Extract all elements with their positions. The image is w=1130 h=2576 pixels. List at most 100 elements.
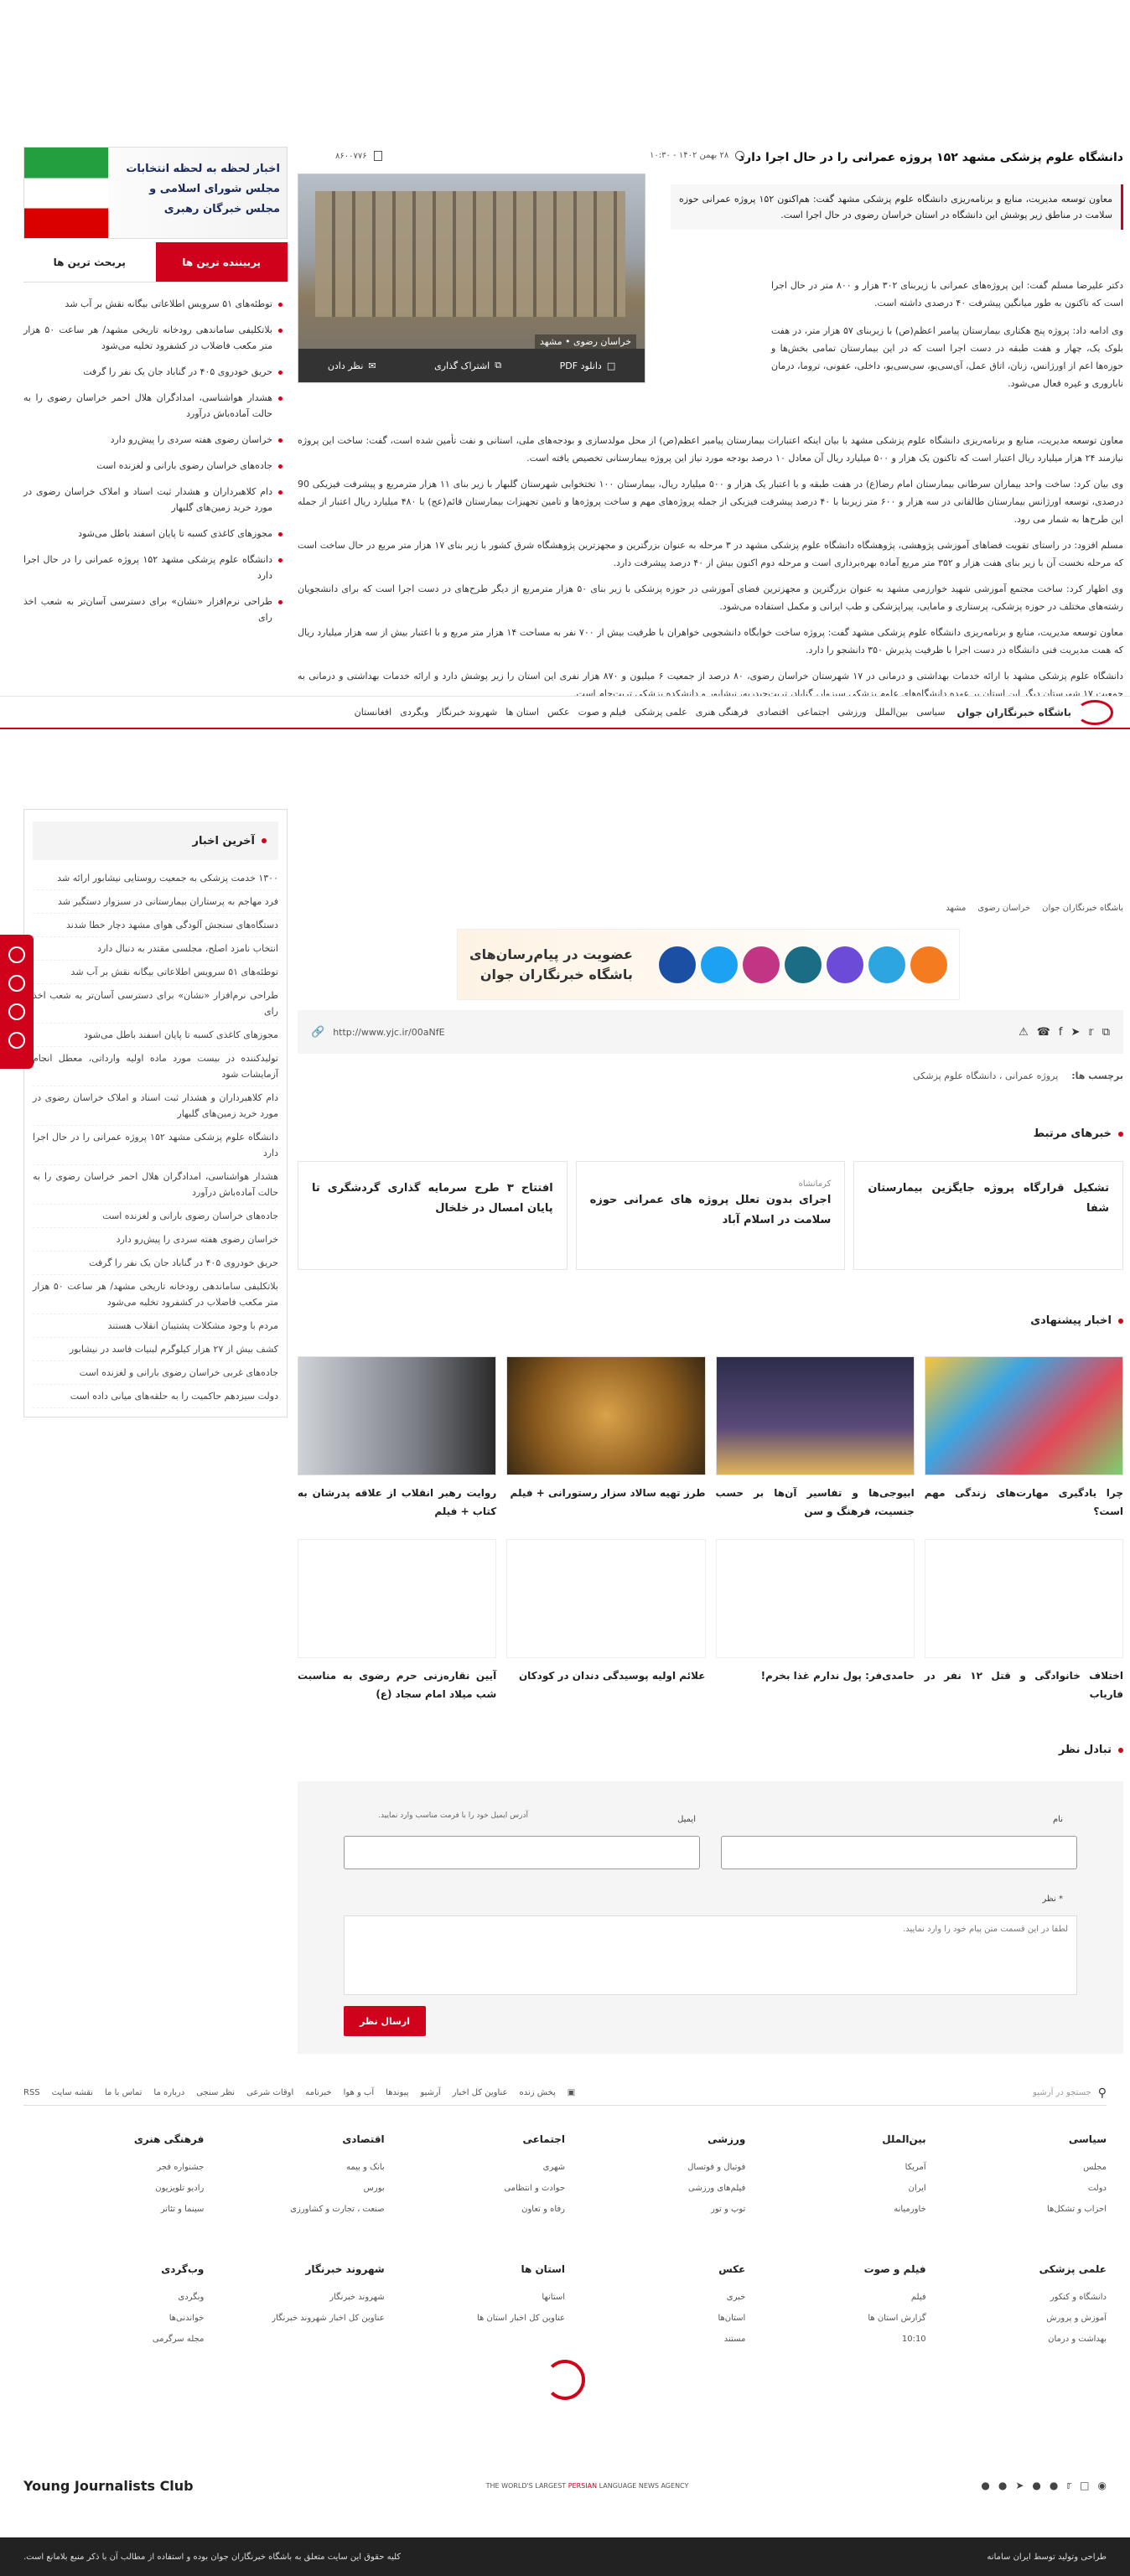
footer-col-link[interactable]: توپ و تور [565, 2199, 745, 2220]
footer-col-link[interactable]: خبری [565, 2287, 746, 2308]
nav-logo[interactable]: باشگاه خبرنگاران جوان [956, 699, 1113, 725]
footer-link[interactable]: نقشه سایت [52, 2088, 93, 2097]
whatsapp-icon[interactable]: ☎ [1037, 1026, 1050, 1039]
twitter-icon[interactable]: 𝕣 [1066, 2480, 1071, 2491]
footer-link[interactable]: تماس با ما [105, 2088, 142, 2097]
list-item[interactable]: طراحی نرم‌افزار «نشان» برای دسترسی آسان‌… [33, 984, 278, 1024]
footer-col-link[interactable]: فیلم‌های ورزشی [565, 2178, 745, 2199]
list-item[interactable]: خراسان رضوی هفته سردی را پیش‌رو دارد [33, 1228, 278, 1252]
footer-col-link[interactable]: عناوین کل اخبار شهروند خبرنگار [204, 2308, 384, 2329]
footer-link[interactable]: پیوندها [386, 2088, 408, 2097]
suggested-card[interactable]: حامدی‌فر: پول ندارم غذا بخرم! [715, 1539, 915, 1703]
edit-icon[interactable] [8, 946, 25, 963]
footer-col-link[interactable]: آموزش و پرورش [926, 2308, 1107, 2329]
list-item[interactable]: هشدار هواشناسی، امدادگران هلال احمر خراس… [33, 1165, 278, 1205]
footer-col-link[interactable]: گزارش استان ها [745, 2308, 925, 2329]
nav-item[interactable]: شهروند خبرنگار [437, 707, 497, 718]
nav-item[interactable]: علمی پزشکی [635, 707, 687, 718]
list-item[interactable]: حریق خودروی ۴۰۵ در گناباد جان یک نفر را … [33, 1252, 278, 1275]
footer-link[interactable]: RSS [23, 2088, 40, 2097]
footer-link[interactable]: خبرنامه [305, 2088, 331, 2097]
list-item[interactable]: دام کلاهبرداران و هشدار ثبت اسناد و املا… [33, 1086, 278, 1126]
footer-col-link[interactable]: خواندنی‌ها [23, 2308, 205, 2329]
nav-item[interactable]: بین‌الملل [875, 707, 909, 718]
footer-col-title[interactable]: ورزشی [565, 2133, 745, 2145]
footer-link[interactable]: درباره ما [153, 2088, 184, 2097]
name-input[interactable] [721, 1836, 1077, 1869]
footer-col-title[interactable]: عکس [565, 2263, 745, 2275]
footer-col-link[interactable]: بورس [204, 2178, 385, 2199]
list-item[interactable]: دستگاه‌های سنجش آلودگی هوای مشهد دچار خط… [33, 914, 278, 937]
suggested-card[interactable]: ابیوجی‌ها و تفاسیر آن‌ها بر حسب جنسیت، ف… [715, 1356, 915, 1521]
related-card[interactable]: افتتاح ۳ طرح سرمایه گذاری گردشگری تا پای… [297, 1161, 568, 1270]
footer-col-link[interactable]: رادیو تلویزیون [23, 2178, 204, 2199]
footer-col-link[interactable]: مجله سرگرمی [23, 2329, 205, 2350]
share-icon[interactable]: ⧉ [1102, 1026, 1110, 1039]
twitter-icon[interactable]: 𝕣 [1088, 1026, 1093, 1039]
nav-item[interactable]: وبگردی [400, 707, 428, 718]
footer-link[interactable]: پخش زنده [519, 2088, 555, 2097]
list-item[interactable]: توطئه‌های ۵۱ سرویس اطلاعاتی بیگانه نقش ب… [33, 961, 278, 984]
designer-credit[interactable]: طراحی وتولید توسط ایران سامانه [987, 2553, 1107, 2562]
footer-col-link[interactable]: صنعت ، تجارت و کشاورزی [204, 2199, 385, 2220]
footer-col-title[interactable]: علمی پزشکی [926, 2263, 1107, 2275]
nav-item[interactable]: افغانستان [355, 707, 392, 718]
suggested-card[interactable]: چرا یادگیری مهارت‌های زندگی مهم است؟ [924, 1356, 1123, 1521]
nav-item[interactable]: اقتصادی [757, 707, 789, 718]
suggested-card[interactable]: اختلاف خانوادگی و قتل ۱۲ نفر در فاریاب [924, 1539, 1123, 1703]
nav-item[interactable]: اجتماعی [797, 707, 830, 718]
apple-icon[interactable]: ● [998, 2480, 1007, 2491]
submit-comment-button[interactable]: ارسال نظر [344, 2006, 426, 2036]
list-item[interactable]: دولت سیزدهم حاکمیت را به حلقه‌های میانی … [33, 1385, 278, 1408]
rss-icon[interactable]: ◉ [1098, 2480, 1107, 2491]
footer-col-title[interactable]: فیلم و صوت [745, 2263, 926, 2275]
list-item[interactable]: بلاتکلیفی ساماندهی رودخانه تاریخی مشهد/ … [33, 1275, 278, 1314]
list-item[interactable]: مجوزهای کاغذی کسبه تا پایان اسفند باطل م… [33, 1024, 278, 1047]
footer-link[interactable]: نظر سنجی [196, 2088, 235, 2097]
list-item[interactable]: مجوزهای کاغذی کسبه تا پایان اسفند باطل م… [23, 521, 282, 547]
email-input[interactable] [344, 1836, 700, 1869]
list-item[interactable]: جاده‌های خراسان رضوی بارانی و لغزنده است [23, 453, 282, 479]
footer-col-link[interactable]: سینما و تئاتر [23, 2199, 205, 2220]
tab-most-viewed[interactable]: پربیننده ترین ها [155, 242, 288, 282]
suggested-card[interactable]: آیین نقاره‌زنی حرم رضوی به مناسبت شب میل… [298, 1539, 497, 1703]
footer-link[interactable]: آرشیو [421, 2088, 441, 2097]
footer-link[interactable]: آب و هوا [344, 2088, 375, 2097]
list-item[interactable]: طراحی نرم‌افزار «نشان» برای دسترسی آسان‌… [23, 588, 282, 630]
footer-col-title[interactable]: اقتصادی [204, 2133, 384, 2145]
messenger-ad[interactable]: عضویت در پیام‌رسان‌های باشگاه خبرنگاران … [457, 929, 960, 1000]
footer-col-link[interactable]: جشنواره فجر [23, 2157, 204, 2178]
search-input[interactable]: جستجو در آرشیو [1033, 2088, 1091, 2097]
list-item[interactable]: حریق خودروی ۴۰۵ در گناباد جان یک نفر را … [23, 359, 282, 385]
print-icon[interactable] [8, 1032, 25, 1049]
footer-col-link[interactable]: استانها [385, 2287, 565, 2308]
car-icon[interactable] [8, 1003, 25, 1020]
footer-col-title[interactable]: شهروند خبرنگار [204, 2263, 385, 2275]
suggested-card[interactable]: علائم اولیه پوسیدگی دندان در کودکان [506, 1539, 706, 1703]
footer-col-link[interactable]: استان‌ها [565, 2308, 745, 2329]
telegram-icon[interactable]: ➤ [1071, 1026, 1081, 1039]
footer-col-link[interactable]: خاورمیانه [745, 2199, 925, 2220]
footer-col-title[interactable]: استان ها [385, 2263, 565, 2275]
related-card[interactable]: کرمانشاه اجرای بدون تعلل پروژه های عمرانی… [575, 1161, 846, 1270]
footer-col-link[interactable]: فوتبال و فوتسال [565, 2157, 745, 2178]
footer-col-link[interactable]: آمریکا [745, 2157, 926, 2178]
footer-col-link[interactable]: رفاه و تعاون [385, 2199, 565, 2220]
source-tag[interactable]: باشگاه خبرنگاران جوان [1042, 904, 1123, 913]
nav-item[interactable]: سیاسی [916, 707, 945, 718]
related-card[interactable]: تشکیل قرارگاه پروژه جایگزین بیمارستان شف… [853, 1161, 1123, 1270]
footer-col-link[interactable]: فیلم [745, 2287, 926, 2308]
list-item[interactable]: هشدار هواشناسی، امدادگران هلال احمر خراس… [23, 385, 282, 427]
comment-button[interactable]: ✉ نظر دادن [328, 360, 376, 371]
nav-item[interactable]: ورزشی [837, 707, 866, 718]
list-item[interactable]: انتخاب نامزد اصلح، مجلسی مقتدر به دنبال … [33, 937, 278, 961]
list-item[interactable]: تولیدکننده در بیست مورد ماده اولیه واردا… [33, 1047, 278, 1086]
list-item[interactable]: مردم با وجود مشکلات پشتیبان انقلاب هستند [33, 1314, 278, 1338]
list-item[interactable]: توطئه‌های ۵۱ سرویس اطلاعاتی بیگانه نقش ب… [23, 291, 282, 317]
footer-link[interactable]: عناوین کل اخبار [453, 2088, 508, 2097]
list-item[interactable]: جاده‌های غربی خراسان رضوی بارانی و لغزند… [33, 1361, 278, 1385]
facebook-icon[interactable]: f [1059, 1026, 1063, 1039]
nav-item[interactable]: فرهنگی هنری [696, 707, 749, 718]
suggested-card[interactable]: روایت رهبر انقلاب از علاقه پدرشان به کتا… [298, 1356, 497, 1521]
instagram-icon[interactable]: □ [1080, 2480, 1089, 2491]
